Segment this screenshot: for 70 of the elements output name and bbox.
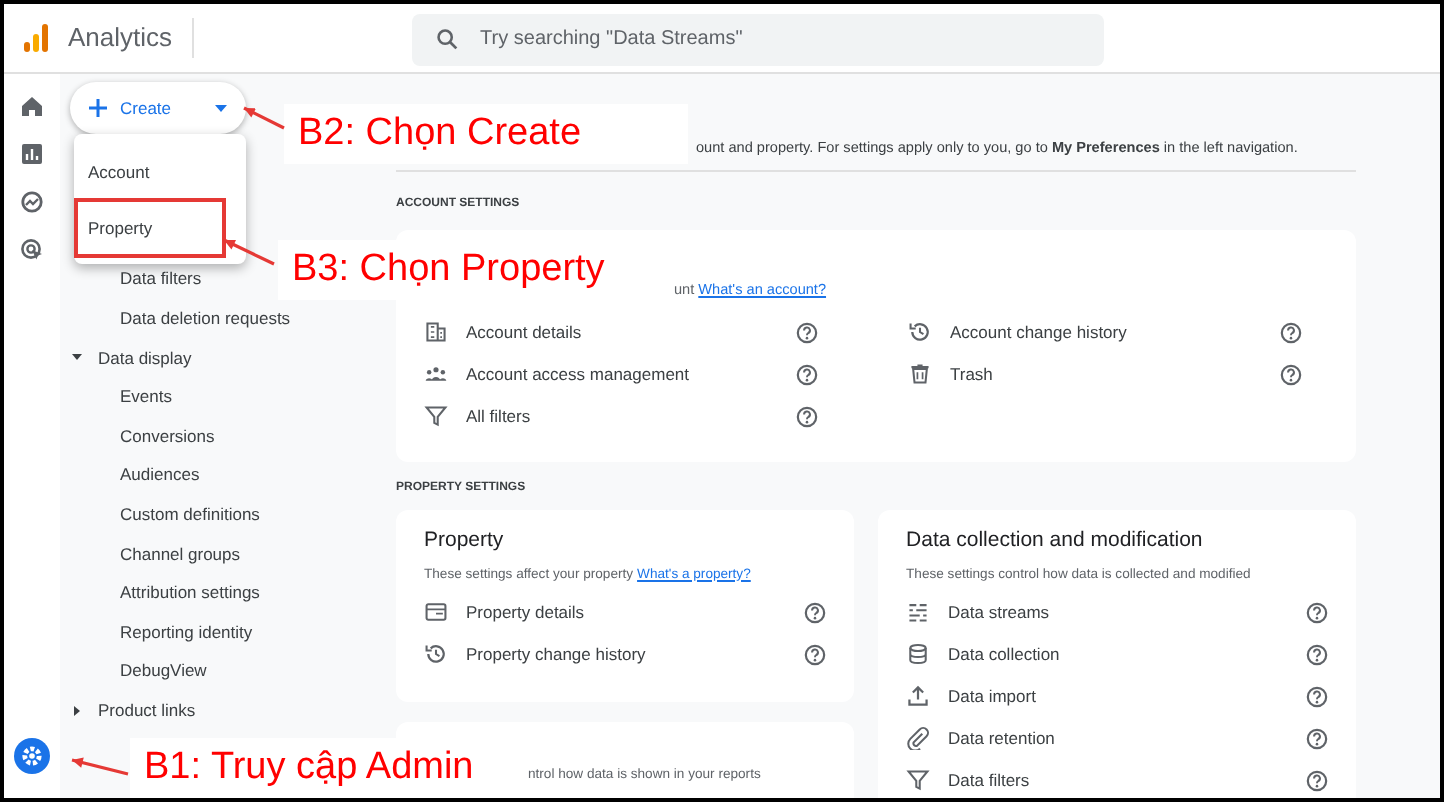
nav-item[interactable]: Data deletion requests [120,306,291,332]
settings-icon[interactable] [14,738,50,774]
settings-link[interactable]: Data import [948,684,1306,710]
home-icon[interactable] [20,94,44,118]
product-name: Analytics [68,18,195,58]
help-icon[interactable] [804,643,827,666]
help-icon[interactable] [796,363,818,386]
expander-icon[interactable] [72,352,82,363]
help-icon[interactable] [796,405,818,428]
history-icon [908,320,932,345]
help-icon[interactable] [1306,769,1328,792]
search-icon [436,28,459,50]
history-icon [424,642,448,667]
upload-icon [906,684,931,709]
nav-item[interactable]: Channel groups [120,541,241,567]
settings-link[interactable]: Trash [950,362,1280,388]
tree-group[interactable]: Product links [98,697,196,724]
card-title: Property [424,526,506,556]
plus-icon [88,98,108,118]
search-field[interactable]: Try searching "Data Streams" [412,13,1105,65]
create-button[interactable]: Create [70,82,246,134]
expander-icon[interactable] [72,705,82,716]
help-icon[interactable] [1306,601,1328,624]
streams-icon [906,600,931,625]
paperclip-icon [906,726,931,751]
settings-link[interactable]: Data collection [948,642,1306,668]
settings-link[interactable]: Property change history [466,642,805,668]
help-icon[interactable] [1306,727,1328,750]
filter-icon [424,404,448,429]
people-icon [424,362,448,387]
settings-link[interactable]: Data filters [948,768,1306,794]
arrow [243,106,285,130]
database-icon [906,642,931,667]
filter-icon [906,768,931,793]
nav-item[interactable]: Audiences [120,462,200,489]
settings-link[interactable]: All filters [466,404,796,430]
help-icon[interactable] [1280,363,1302,386]
annotation-label: B2: Chọn Create [284,104,688,164]
nav-item[interactable]: Events [120,384,172,410]
arrow [223,238,275,266]
nav-item[interactable]: Custom definitions [120,501,260,528]
help-icon[interactable] [796,321,818,344]
nav-item[interactable]: Reporting identity [120,619,253,646]
target-icon[interactable] [20,238,44,262]
caret-icon [214,103,228,113]
settings-link[interactable]: Account details [466,320,796,346]
card-title: Data collection and modification [906,526,1205,556]
settings-link[interactable]: Account change history [950,320,1280,346]
menu-item[interactable]: Account [78,146,242,198]
nav-item[interactable]: Data filters [120,266,202,293]
arrow [71,757,129,776]
settings-link[interactable]: Data retention [948,726,1306,752]
settings-link[interactable]: Data streams [948,600,1306,626]
menu-item[interactable]: Property [78,202,222,254]
building-icon [424,320,448,345]
nav-item[interactable]: Attribution settings [120,580,260,606]
trash-icon [908,362,932,387]
help-icon[interactable] [804,601,827,624]
trend-icon[interactable] [20,190,44,214]
window-icon [424,600,448,625]
tree-group[interactable]: Data display [98,345,192,371]
help-icon[interactable] [1306,685,1328,708]
bar-chart-icon [22,22,50,54]
nav-item[interactable]: Conversions [120,423,215,450]
settings-link[interactable]: Property details [466,600,805,626]
help-icon[interactable] [1280,321,1302,344]
chart-icon[interactable] [20,142,44,166]
nav-item[interactable]: DebugView [120,658,207,685]
help-icon[interactable] [1306,643,1328,666]
settings-link[interactable]: Account access management [466,362,796,388]
